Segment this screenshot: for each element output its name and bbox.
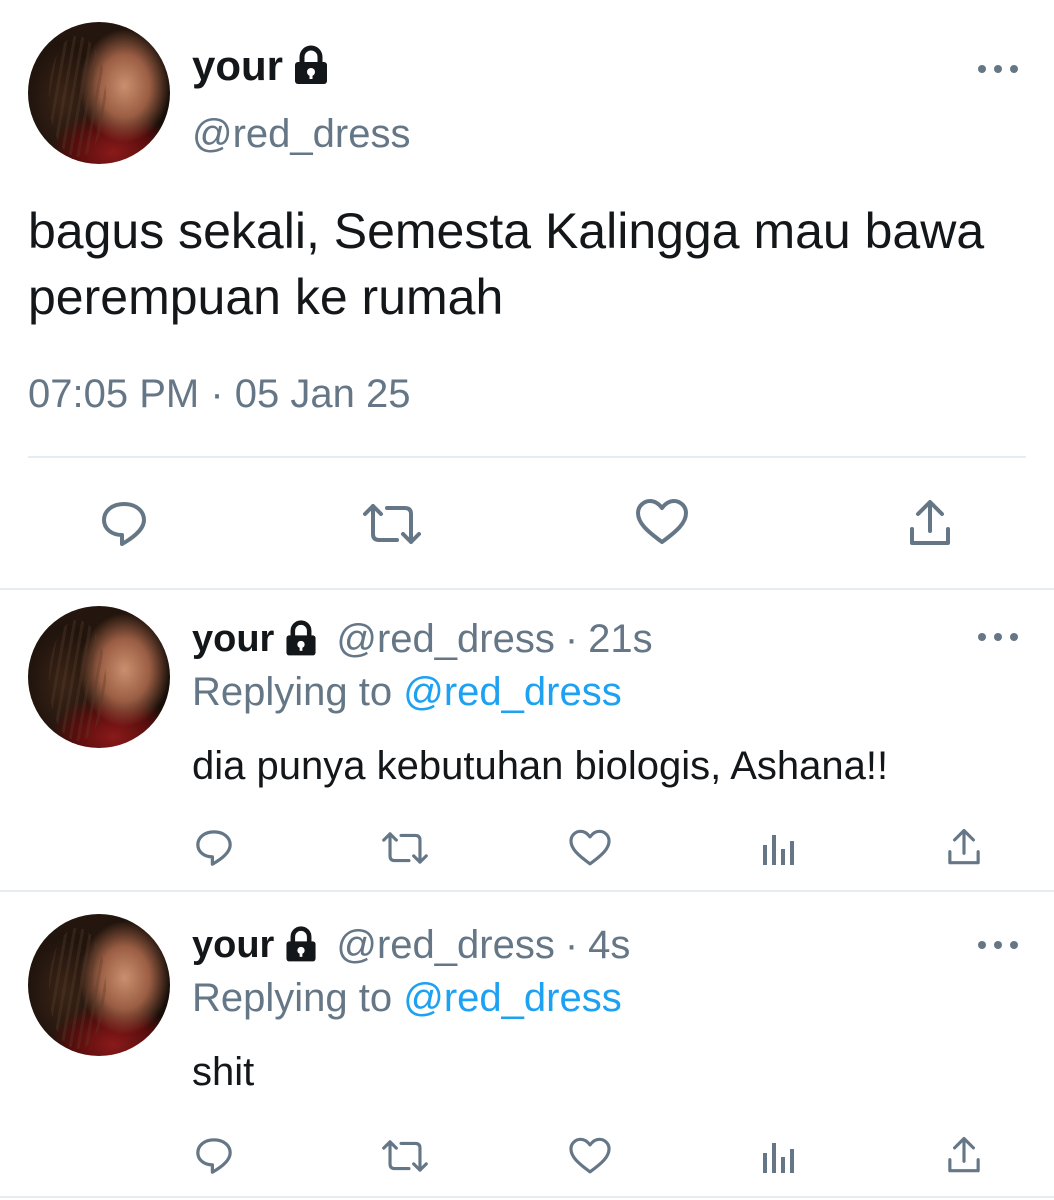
display-name[interactable]: your	[192, 618, 274, 661]
tweet-date[interactable]: 05 Jan 25	[235, 372, 411, 416]
analytics-icon[interactable]	[756, 1136, 800, 1178]
like-icon[interactable]	[566, 1134, 614, 1178]
meta-separator: ·	[564, 616, 579, 661]
tweet-text: shit	[192, 1050, 255, 1094]
display-name[interactable]: your	[192, 924, 274, 967]
mention-link[interactable]: @red_dress	[403, 670, 621, 714]
analytics-icon[interactable]	[756, 828, 800, 870]
like-icon[interactable]	[566, 826, 614, 870]
meta-separator: ·	[210, 372, 224, 416]
retweet-icon[interactable]	[378, 826, 432, 870]
share-icon[interactable]	[942, 1132, 986, 1178]
tweet-age[interactable]: 21s	[588, 617, 653, 662]
tweet-text: dia punya kebutuhan biologis, Ashana!!	[192, 744, 889, 788]
mention-link[interactable]: @red_dress	[403, 976, 621, 1020]
divider	[0, 1196, 1054, 1198]
tweet-age[interactable]: 4s	[588, 923, 630, 968]
handle[interactable]: @red_dress	[336, 617, 554, 662]
retweet-icon[interactable]	[378, 1134, 432, 1178]
handle[interactable]: @red_dress	[192, 112, 410, 157]
replying-to: Replying to @red_dress	[192, 976, 622, 1021]
reply-icon[interactable]	[192, 1134, 236, 1178]
display-name[interactable]: your	[192, 42, 283, 90]
divider	[28, 456, 1026, 458]
more-icon[interactable]	[978, 62, 1018, 76]
share-icon[interactable]	[902, 494, 958, 552]
lock-icon	[282, 925, 320, 965]
reply-icon[interactable]	[96, 496, 152, 552]
more-icon[interactable]	[978, 630, 1018, 644]
divider	[0, 890, 1054, 892]
handle[interactable]: @red_dress	[336, 923, 554, 968]
avatar[interactable]	[28, 22, 170, 164]
more-icon[interactable]	[978, 938, 1018, 952]
retweet-icon[interactable]	[358, 496, 426, 552]
divider	[0, 588, 1054, 590]
replying-prefix: Replying to	[192, 976, 393, 1020]
share-icon[interactable]	[942, 824, 986, 870]
reply-icon[interactable]	[192, 826, 236, 870]
tweet-timestamp: 07:05 PM · 05 Jan 25	[28, 372, 411, 417]
meta-separator: ·	[564, 922, 579, 967]
author-name-row: your	[192, 40, 331, 92]
lock-icon	[282, 619, 320, 659]
tweet-time[interactable]: 07:05 PM	[28, 372, 199, 416]
like-icon[interactable]	[632, 494, 692, 550]
tweet-thread: your @red_dress bagus sekali, Semesta Ka…	[0, 0, 1054, 1200]
tweet-text: bagus sekali, Semesta Kalingga mau bawa …	[28, 203, 985, 325]
lock-icon	[291, 44, 331, 88]
reply-author-row: your @red_dress · 4s	[192, 920, 630, 970]
avatar[interactable]	[28, 914, 170, 1056]
reply-author-row: your @red_dress · 21s	[192, 614, 653, 664]
replying-prefix: Replying to	[192, 670, 393, 714]
replying-to: Replying to @red_dress	[192, 670, 622, 715]
avatar[interactable]	[28, 606, 170, 748]
